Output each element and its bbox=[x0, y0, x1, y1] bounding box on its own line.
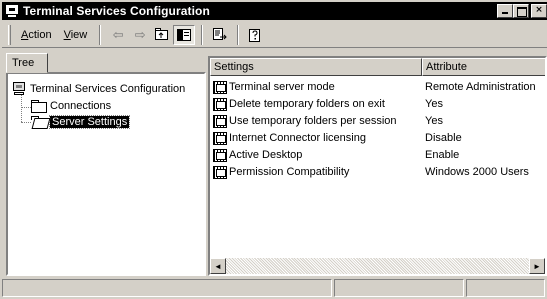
setting-icon bbox=[212, 80, 228, 94]
help-icon[interactable] bbox=[245, 25, 267, 45]
setting-attribute: Windows 2000 Users bbox=[425, 166, 529, 178]
menu-view[interactable]: View bbox=[58, 29, 94, 41]
setting-name: Use temporary folders per session bbox=[229, 115, 397, 127]
menu-action-label: ction bbox=[28, 28, 52, 41]
minimize-button[interactable] bbox=[497, 4, 513, 18]
setting-attribute: Enable bbox=[425, 149, 460, 161]
setting-attribute: Yes bbox=[425, 115, 443, 127]
column-header-attribute[interactable]: Attribute bbox=[422, 58, 545, 76]
setting-icon bbox=[212, 148, 228, 162]
status-pane-3 bbox=[466, 279, 545, 297]
tree-item-label: Connections bbox=[50, 100, 112, 112]
setting-name: Terminal server mode bbox=[229, 81, 335, 93]
terminal-services-icon bbox=[5, 4, 19, 18]
maximize-button[interactable] bbox=[513, 4, 529, 18]
tree-connector bbox=[21, 94, 22, 122]
scroll-track[interactable] bbox=[226, 258, 529, 274]
tree-item-label: Server Settings bbox=[48, 115, 131, 129]
tab-tree[interactable]: Tree bbox=[6, 53, 48, 73]
forward-arrow-icon[interactable]: ⇨ bbox=[129, 25, 151, 45]
mmc-window: Terminal Services Configuration × Action… bbox=[0, 0, 547, 299]
tree-root-node[interactable]: Terminal Services Configuration bbox=[12, 82, 185, 96]
horizontal-scrollbar[interactable]: ◄ ► bbox=[210, 258, 545, 274]
back-arrow-icon[interactable]: ⇦ bbox=[107, 25, 129, 45]
close-button[interactable]: × bbox=[531, 4, 547, 18]
setting-name: Internet Connector licensing bbox=[229, 132, 366, 144]
menu-action[interactable]: Action bbox=[15, 29, 58, 41]
setting-name: Delete temporary folders on exit bbox=[229, 98, 385, 110]
toolbar-separator-2 bbox=[201, 24, 204, 45]
setting-attribute: Disable bbox=[425, 132, 462, 144]
tree-item-server-settings[interactable]: Server Settings bbox=[31, 115, 131, 129]
scroll-left-button[interactable]: ◄ bbox=[210, 258, 226, 274]
setting-icon bbox=[212, 131, 228, 145]
tree-view[interactable]: Terminal Services Configuration Connecti… bbox=[6, 72, 206, 276]
open-folder-icon bbox=[31, 116, 47, 128]
status-pane-main bbox=[2, 279, 332, 297]
folder-icon bbox=[31, 100, 47, 113]
menu-view-mnemonic: V bbox=[63, 28, 71, 41]
status-bar bbox=[2, 279, 547, 297]
up-one-level-icon[interactable] bbox=[151, 25, 173, 45]
status-pane-2 bbox=[334, 279, 464, 297]
scroll-right-button[interactable]: ► bbox=[529, 258, 545, 274]
window-controls: × bbox=[497, 4, 547, 18]
list-header: Settings Attribute bbox=[210, 58, 545, 76]
list-row[interactable]: Use temporary folders per session Yes bbox=[210, 113, 443, 129]
setting-attribute: Yes bbox=[425, 98, 443, 110]
menu-view-label: iew bbox=[70, 28, 88, 41]
list-row[interactable]: Delete temporary folders on exit Yes bbox=[210, 96, 443, 112]
show-hide-tree-icon[interactable] bbox=[173, 24, 196, 45]
setting-name: Permission Compatibility bbox=[229, 166, 350, 178]
settings-list[interactable]: Settings Attribute Terminal server mode … bbox=[208, 56, 547, 276]
tree-root-label: Terminal Services Configuration bbox=[30, 83, 186, 95]
list-row[interactable]: Active Desktop Enable bbox=[210, 147, 459, 163]
export-list-icon[interactable] bbox=[209, 25, 231, 45]
setting-attribute: Remote Administration bbox=[425, 81, 536, 93]
tree-panel: Tree Terminal Services Configuration Con… bbox=[2, 50, 206, 276]
list-row[interactable]: Permission Compatibility Windows 2000 Us… bbox=[210, 164, 529, 180]
toolbar-separator-3 bbox=[237, 24, 240, 45]
list-row[interactable]: Internet Connector licensing Disable bbox=[210, 130, 462, 146]
column-header-settings[interactable]: Settings bbox=[210, 58, 422, 76]
setting-icon bbox=[212, 97, 228, 111]
list-row[interactable]: Terminal server mode Remote Administrati… bbox=[210, 79, 536, 95]
setting-icon bbox=[212, 165, 228, 179]
menu-toolbar: Action View ⇦ ⇨ bbox=[2, 22, 547, 48]
toolbar-separator bbox=[99, 24, 102, 45]
tree-connector bbox=[21, 107, 31, 108]
computer-icon bbox=[12, 82, 26, 96]
tree-item-connections[interactable]: Connections bbox=[31, 100, 112, 113]
toolbar-grip[interactable] bbox=[8, 24, 11, 45]
window-title: Terminal Services Configuration bbox=[23, 4, 210, 18]
tree-connector bbox=[21, 122, 31, 123]
title-bar[interactable]: Terminal Services Configuration × bbox=[2, 2, 547, 20]
setting-icon bbox=[212, 114, 228, 128]
setting-name: Active Desktop bbox=[229, 149, 303, 161]
